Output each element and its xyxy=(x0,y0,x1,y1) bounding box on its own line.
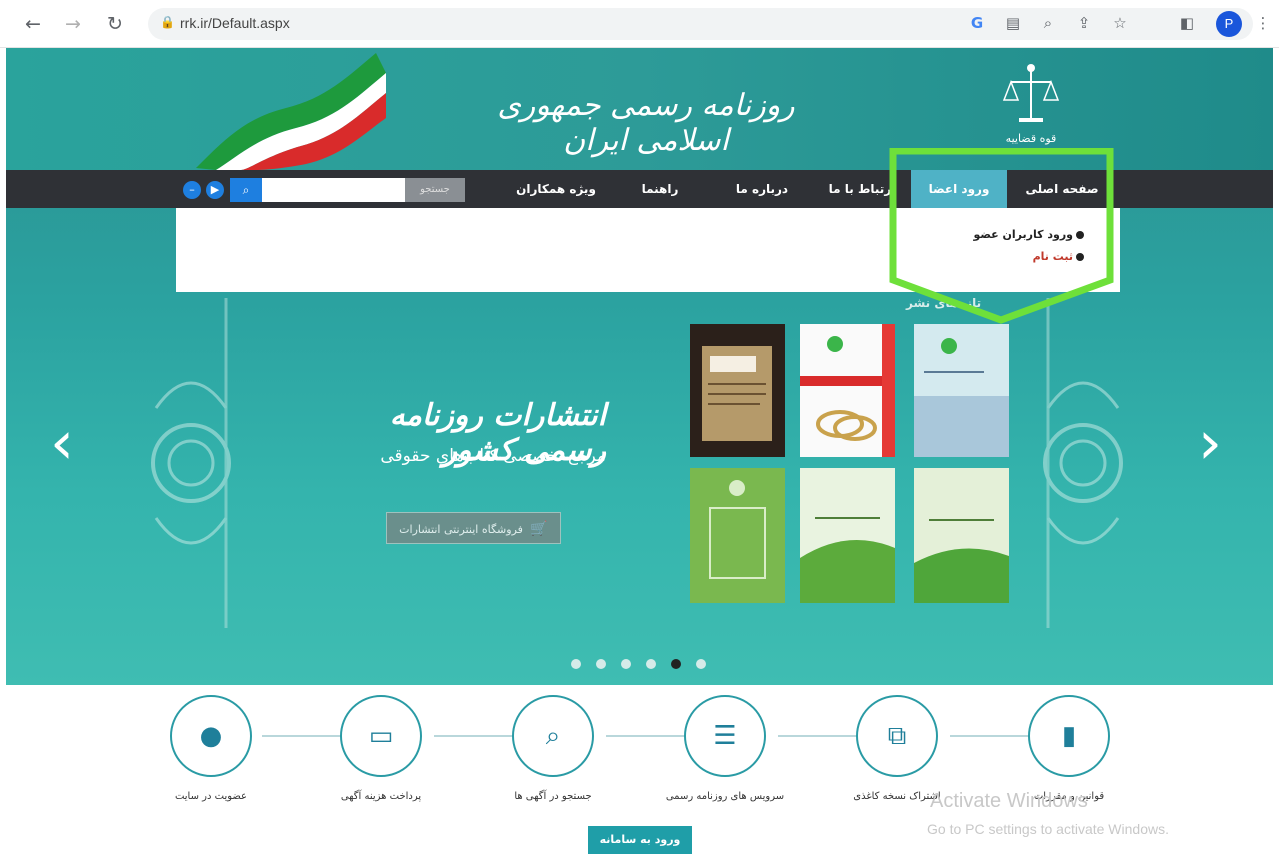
slider-dot-active[interactable] xyxy=(671,659,681,669)
menu-icon[interactable]: ⋮ xyxy=(1252,12,1274,34)
slider-dot[interactable] xyxy=(621,659,631,669)
url-text[interactable]: rrk.ir/Default.aspx xyxy=(180,15,290,31)
book-cover[interactable] xyxy=(914,468,1009,603)
step-connector xyxy=(950,735,1032,737)
slider-next-icon[interactable]: › xyxy=(1198,413,1222,473)
ornament-left-icon xyxy=(151,298,231,628)
step-register-icon[interactable]: ● xyxy=(170,695,252,777)
book-cover[interactable] xyxy=(690,468,785,603)
windows-activation-title: Activate Windows xyxy=(930,790,1088,812)
step-subscription-icon[interactable]: ⧉ xyxy=(856,695,938,777)
lock-icon[interactable]: 🔒 xyxy=(160,15,175,29)
slider-prev-icon[interactable]: ‹ xyxy=(50,413,74,473)
book-cover[interactable] xyxy=(800,468,895,603)
step-search-icon[interactable]: ⌕ xyxy=(512,695,594,777)
sidebar-icon[interactable]: ◧ xyxy=(1176,12,1198,34)
forward-arrow-icon[interactable]: → xyxy=(62,13,84,35)
cart-icon[interactable]: 🛒 xyxy=(530,521,547,537)
slider-dot[interactable] xyxy=(571,659,581,669)
book-cover[interactable] xyxy=(914,324,1009,457)
shop-button-label[interactable]: فروشگاه اینترنتی انتشارات xyxy=(399,523,523,536)
site-title: روزنامه رسمی جمهوری اسلامی ایران xyxy=(497,88,795,158)
step-connector xyxy=(262,735,344,737)
step-services-icon[interactable]: ☰ xyxy=(684,695,766,777)
hero-section: روزنامه رسمی جمهوری اسلامی ایران قوه قضا… xyxy=(6,48,1273,685)
menu-about[interactable]: درباره ما xyxy=(716,170,808,208)
zoom-icon[interactable]: ⌕ xyxy=(1037,12,1059,34)
slider-dot[interactable] xyxy=(696,659,706,669)
emblem-text: قوه قضاییه xyxy=(1006,132,1057,145)
search-button[interactable]: ⌕ xyxy=(230,178,262,202)
search-type-select[interactable]: جستجو xyxy=(405,178,465,202)
translate-icon[interactable]: ▤ xyxy=(1002,12,1024,34)
ornament-right-icon xyxy=(1043,298,1123,628)
windows-activation-text: Go to PC settings to activate Windows. xyxy=(927,821,1169,837)
back-arrow-icon[interactable]: ← xyxy=(22,13,44,35)
highlight-annotation xyxy=(889,148,1114,324)
menu-help[interactable]: راهنما xyxy=(614,170,706,208)
search-input[interactable] xyxy=(262,178,405,202)
slider-dot[interactable] xyxy=(596,659,606,669)
online-shop-button[interactable]: فروشگاه اینترنتی انتشارات 🛒 xyxy=(386,512,561,544)
book-cover[interactable] xyxy=(800,324,895,457)
google-icon[interactable]: G xyxy=(966,12,988,34)
share-icon[interactable]: ⇪ xyxy=(1073,12,1095,34)
step-payment-icon[interactable]: ▭ xyxy=(340,695,422,777)
enter-system-button[interactable]: ورود به سامانه xyxy=(588,826,692,854)
step-label-services[interactable]: سرویس های روزنامه رسمی xyxy=(655,790,795,804)
star-icon[interactable]: ☆ xyxy=(1109,12,1131,34)
menu-colleagues[interactable]: ویژه همکاران xyxy=(506,170,606,208)
step-connector xyxy=(778,735,860,737)
browser-toolbar: ← → ↻ 🔒 rrk.ir/Default.aspx G ▤ ⌕ ⇪ ☆ ◧ … xyxy=(0,0,1279,48)
step-connector xyxy=(434,735,516,737)
slider-dot[interactable] xyxy=(646,659,656,669)
judiciary-emblem-icon: قوه قضاییه xyxy=(1002,64,1060,145)
step-label-search[interactable]: جستجو در آگهی ها xyxy=(483,790,623,804)
profile-avatar[interactable]: P xyxy=(1216,11,1242,37)
book-cover[interactable] xyxy=(690,324,785,457)
step-connector xyxy=(606,735,688,737)
step-label-payment[interactable]: پرداخت هزینه آگهی xyxy=(311,790,451,804)
step-label-register[interactable]: عضویت در سایت xyxy=(141,790,281,804)
promo-subtitle: مرجع تخصصی کتاب‌های حقوقی xyxy=(380,446,606,466)
next-circle-icon[interactable]: ▶ xyxy=(206,181,224,199)
iran-flag-icon xyxy=(196,53,386,170)
reload-icon[interactable]: ↻ xyxy=(104,13,126,35)
step-laws-icon[interactable]: ▮ xyxy=(1028,695,1110,777)
minus-circle-icon[interactable]: – xyxy=(183,181,201,199)
